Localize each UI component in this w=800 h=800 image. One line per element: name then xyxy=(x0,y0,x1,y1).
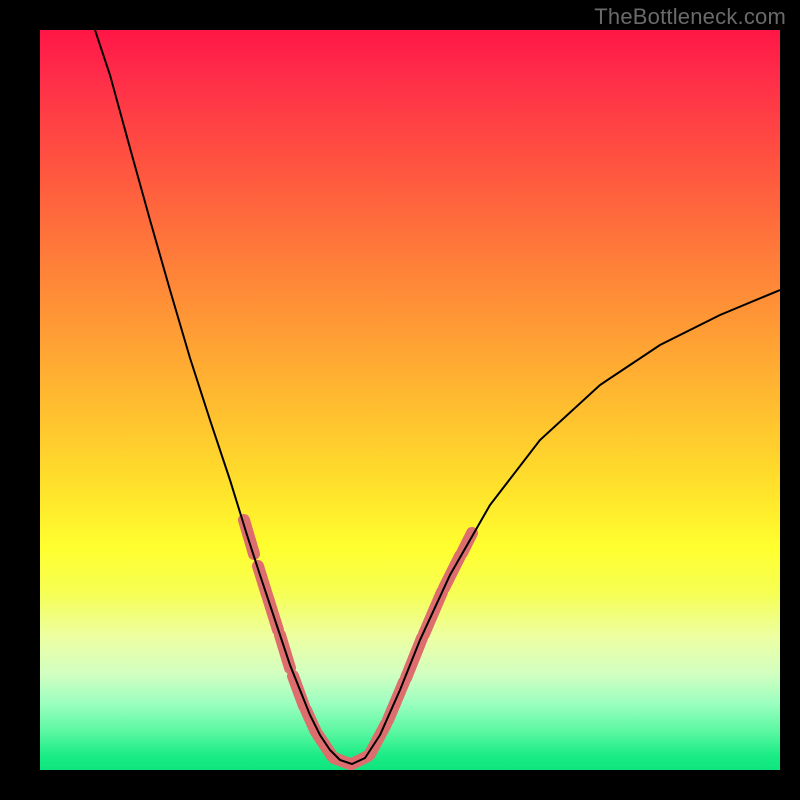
highlight-segment xyxy=(293,676,304,706)
chart-frame: TheBottleneck.com xyxy=(0,0,800,800)
highlight-segment xyxy=(306,710,316,732)
highlight-layer xyxy=(244,520,472,764)
highlight-segment xyxy=(318,735,332,756)
main-curve xyxy=(95,30,780,764)
highlight-segment xyxy=(406,638,422,678)
watermark-text: TheBottleneck.com xyxy=(594,4,786,30)
chart-svg xyxy=(40,30,780,770)
plot-area xyxy=(40,30,780,770)
